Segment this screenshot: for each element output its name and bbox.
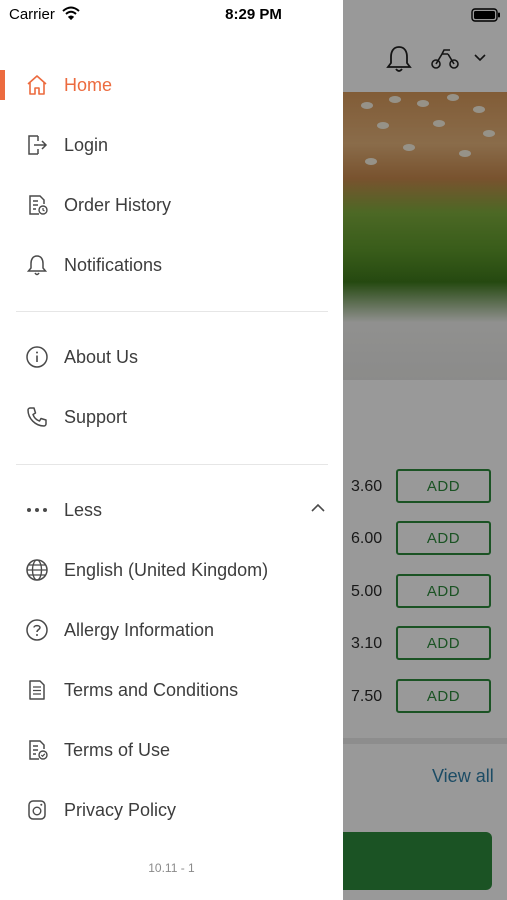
- menu-item-label: Less: [64, 500, 103, 520]
- menu-item-label: Home: [64, 75, 113, 95]
- menu-item-login[interactable]: Login: [0, 120, 343, 172]
- status-bar: Carrier 8:29 PM: [0, 0, 507, 32]
- bell-icon: [24, 252, 50, 278]
- menu-item-support[interactable]: Support: [0, 392, 343, 444]
- menu-item-home[interactable]: Home: [0, 60, 343, 112]
- phone-icon: [24, 404, 50, 430]
- menu-item-label: Support: [64, 407, 128, 427]
- menu-item-label: Order History: [64, 195, 172, 215]
- menu-item-about-us[interactable]: About Us: [0, 332, 343, 384]
- globe-icon: [24, 557, 50, 583]
- menu-item-label: Terms of Use: [64, 740, 171, 760]
- menu-item-order-history[interactable]: Order History: [0, 180, 343, 232]
- status-time: 8:29 PM: [225, 6, 282, 23]
- terms-check-icon: [24, 737, 50, 763]
- menu-item-privacy-policy[interactable]: Privacy Policy: [0, 785, 343, 837]
- home-icon: [24, 72, 50, 98]
- menu-item-label: English (United Kingdom): [64, 560, 269, 580]
- menu-item-label: Terms and Conditions: [64, 680, 239, 700]
- more-dots-icon: [24, 497, 50, 523]
- menu-item-less[interactable]: Less: [0, 485, 343, 537]
- menu-divider: [16, 311, 328, 312]
- menu-item-terms-of-use[interactable]: Terms of Use: [0, 725, 343, 777]
- document-icon: [24, 677, 50, 703]
- privacy-icon: [24, 797, 50, 823]
- menu-item-terms-and-conditions[interactable]: Terms and Conditions: [0, 665, 343, 717]
- drawer-backdrop[interactable]: [343, 0, 507, 900]
- menu-item-label: Notifications: [64, 255, 163, 275]
- info-icon: [24, 344, 50, 370]
- menu-item-allergy-information[interactable]: Allergy Information: [0, 605, 343, 657]
- login-icon: [24, 132, 50, 158]
- menu-item-notifications[interactable]: Notifications: [0, 240, 343, 292]
- order-history-icon: [24, 192, 50, 218]
- side-drawer: Home Login Order History Notifications A…: [0, 0, 343, 900]
- menu-item-label: Login: [64, 135, 109, 155]
- menu-item-label: Allergy Information: [64, 620, 215, 640]
- menu-item-label: About Us: [64, 347, 139, 367]
- question-icon: [24, 617, 50, 643]
- menu-item-language[interactable]: English (United Kingdom): [0, 545, 343, 597]
- chevron-up-icon: [311, 503, 325, 512]
- battery-icon: [471, 8, 501, 22]
- app-version: 10.11 - 1: [148, 861, 195, 875]
- menu-item-label: Privacy Policy: [64, 800, 177, 820]
- menu-divider: [16, 464, 328, 465]
